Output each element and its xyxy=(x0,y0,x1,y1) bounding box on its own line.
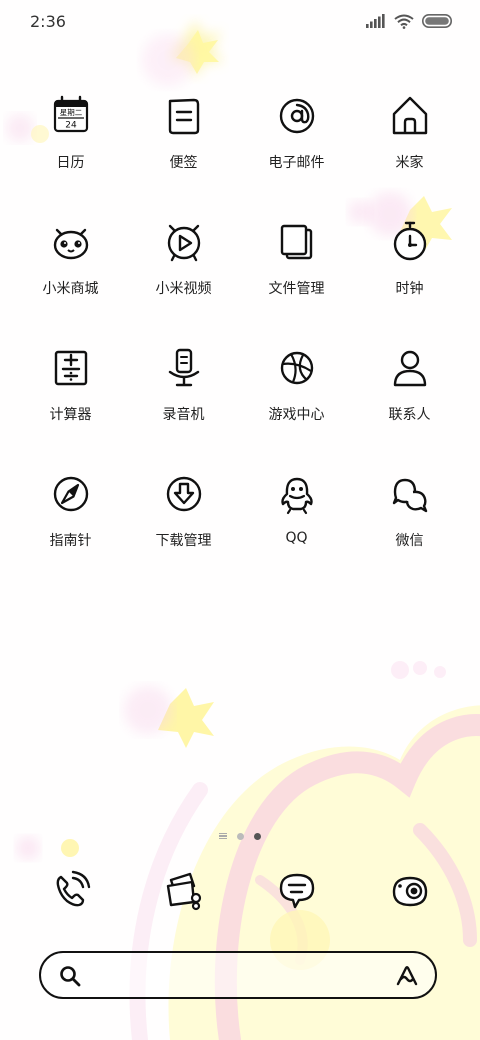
app-qq[interactable]: QQ xyxy=(240,470,353,596)
game-center-icon xyxy=(280,351,313,385)
app-downloads[interactable]: 下载管理 xyxy=(127,470,240,596)
camera-icon xyxy=(392,876,427,907)
app-label: 日历 xyxy=(56,155,85,171)
calendar-weekday: 星期二 xyxy=(59,108,82,117)
app-label: 米家 xyxy=(395,155,424,171)
app-label: 指南针 xyxy=(49,533,92,549)
page-dot-1[interactable] xyxy=(237,832,244,840)
app-label: 便签 xyxy=(169,155,198,171)
app-file-manager[interactable]: 文件管理 xyxy=(240,218,353,344)
app-label: 联系人 xyxy=(388,407,431,423)
wifi-icon xyxy=(394,14,414,29)
calculator-icon xyxy=(54,350,87,386)
wechat-icon xyxy=(392,478,427,513)
app-label: 时钟 xyxy=(395,281,424,297)
app-wechat[interactable]: 微信 xyxy=(353,470,466,596)
voice-assistant-icon[interactable] xyxy=(395,965,419,987)
dock xyxy=(14,866,466,914)
search-icon[interactable] xyxy=(59,965,81,987)
app-label: 电子邮件 xyxy=(268,155,325,171)
app-notes[interactable]: 便签 xyxy=(127,92,240,218)
app-mi-store[interactable]: 小米商城 xyxy=(14,218,127,344)
calendar-icon: 星期二 24 xyxy=(53,95,88,133)
app-label: 文件管理 xyxy=(268,281,325,297)
app-label: 计算器 xyxy=(49,407,92,423)
page-dot-2-active[interactable] xyxy=(254,832,261,840)
contacts-icon xyxy=(393,350,426,387)
dock-gallery[interactable] xyxy=(127,866,240,914)
app-grid: 星期二 24 日历 便签 电子邮件 米家 小米商城 小米视频 文件管理 时钟 计… xyxy=(14,92,466,596)
clock-icon xyxy=(393,221,426,261)
app-label: 小米视频 xyxy=(155,281,212,297)
gallery-icon xyxy=(166,872,201,911)
notes-icon xyxy=(168,98,199,135)
app-game-center[interactable]: 游戏中心 xyxy=(240,344,353,470)
dock-phone[interactable] xyxy=(14,866,127,914)
app-mihome[interactable]: 米家 xyxy=(353,92,466,218)
files-icon xyxy=(280,224,312,260)
dock-messages[interactable] xyxy=(240,866,353,914)
status-icons xyxy=(366,13,452,29)
search-bar[interactable] xyxy=(39,951,437,999)
home-icon xyxy=(392,96,427,135)
compass-icon xyxy=(53,476,88,512)
app-label: 小米商城 xyxy=(42,281,99,297)
app-label: 下载管理 xyxy=(155,533,212,549)
app-recorder[interactable]: 录音机 xyxy=(127,344,240,470)
phone-icon xyxy=(56,870,90,907)
status-bar: 2:36 xyxy=(0,0,480,42)
download-icon xyxy=(166,476,201,512)
app-contacts[interactable]: 联系人 xyxy=(353,344,466,470)
calendar-day: 24 xyxy=(65,121,77,131)
signal-icon xyxy=(366,14,385,28)
app-label: 微信 xyxy=(395,533,424,549)
battery-icon xyxy=(422,14,452,28)
dock-camera[interactable] xyxy=(353,866,466,914)
messages-icon xyxy=(279,873,314,909)
app-label: 录音机 xyxy=(162,407,205,423)
app-compass[interactable]: 指南针 xyxy=(14,470,127,596)
app-label: 游戏中心 xyxy=(268,407,325,423)
app-clock[interactable]: 时钟 xyxy=(353,218,466,344)
qq-icon xyxy=(280,477,313,515)
recorder-icon xyxy=(168,348,199,387)
store-icon xyxy=(53,228,88,260)
app-calendar[interactable]: 星期二 24 日历 xyxy=(14,92,127,218)
app-label: QQ xyxy=(285,530,308,546)
email-icon xyxy=(279,98,314,134)
app-calculator[interactable]: 计算器 xyxy=(14,344,127,470)
app-email[interactable]: 电子邮件 xyxy=(240,92,353,218)
video-icon xyxy=(167,224,200,262)
status-time: 2:36 xyxy=(30,12,66,31)
app-mi-video[interactable]: 小米视频 xyxy=(127,218,240,344)
app-drawer-indicator[interactable] xyxy=(219,832,227,840)
page-indicator[interactable] xyxy=(0,829,480,843)
